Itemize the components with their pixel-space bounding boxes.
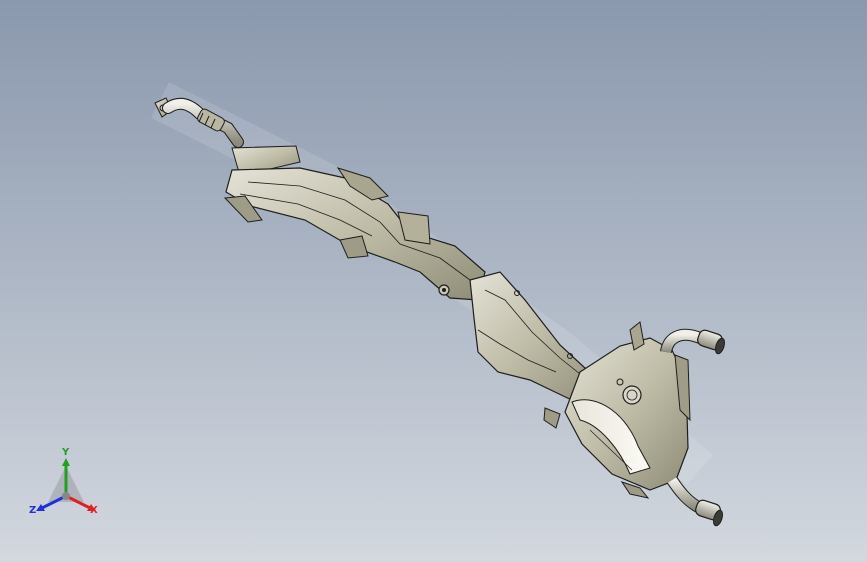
x-axis-label: X [90, 505, 98, 516]
view-orientation-triad[interactable]: Y X Z [26, 448, 106, 524]
tailpipe-upper[interactable] [660, 328, 726, 355]
z-axis-label: Z [29, 505, 37, 516]
graphics-viewport[interactable]: Y X Z [0, 0, 867, 562]
exhaust-system-model[interactable] [0, 0, 867, 562]
tailpipe-lower[interactable] [667, 476, 724, 527]
y-axis-label: Y [62, 447, 70, 458]
